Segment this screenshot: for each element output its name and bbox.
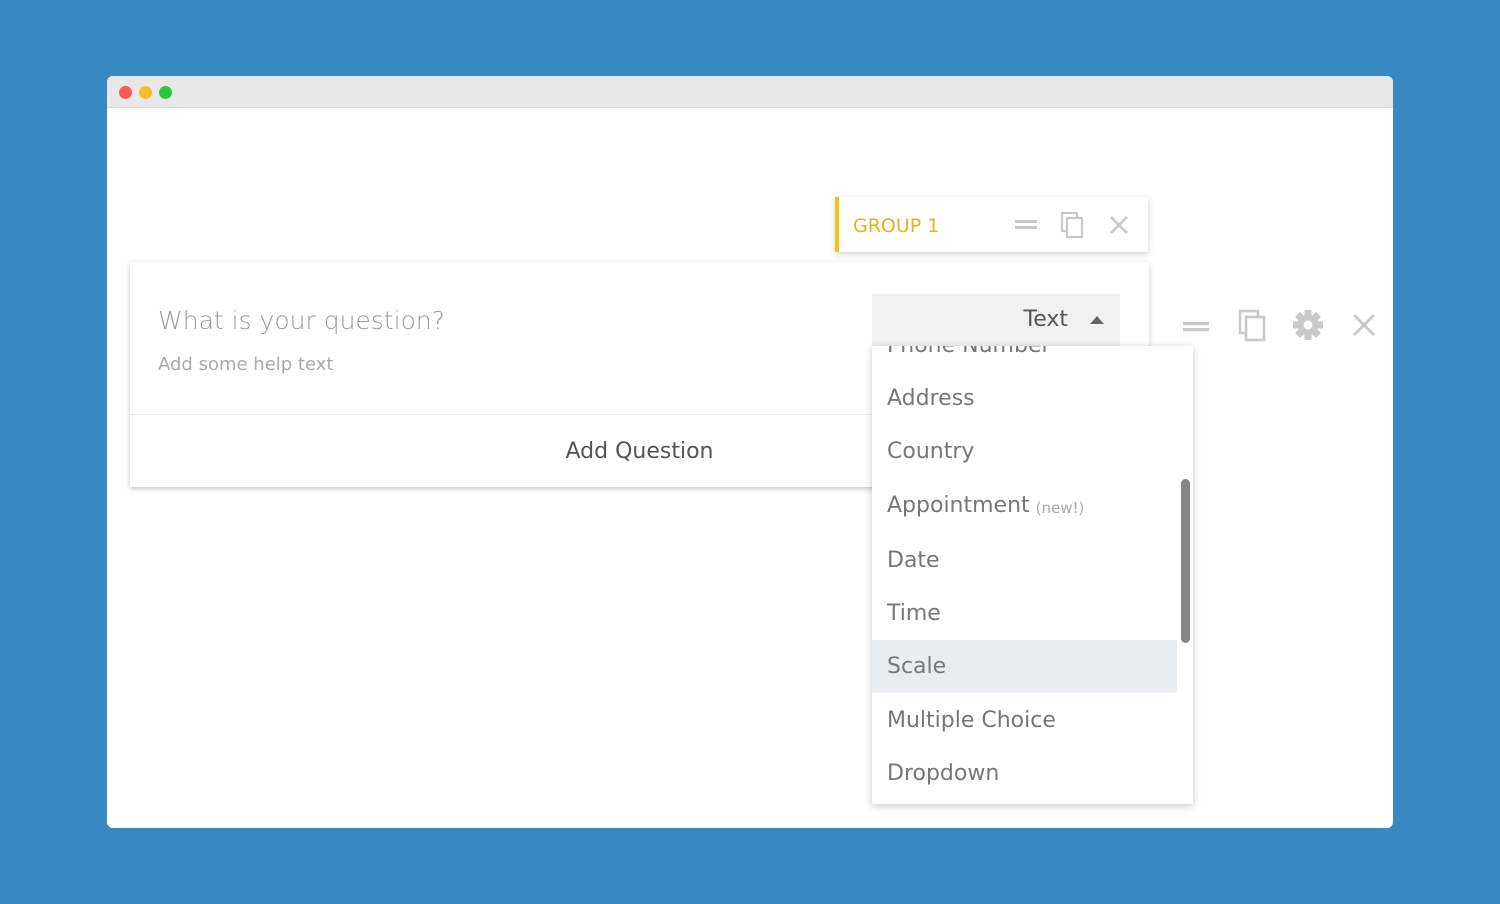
dropdown-option-appointment[interactable]: Appointment (new!): [872, 479, 1177, 532]
dropdown-option-multiple-choice[interactable]: Multiple Choice: [872, 694, 1177, 747]
gear-icon[interactable]: [1291, 308, 1325, 342]
drag-handle-icon[interactable]: [1012, 211, 1040, 239]
drag-handle-icon[interactable]: [1179, 308, 1213, 342]
new-badge: (new!): [1035, 498, 1085, 517]
group-label[interactable]: GROUP 1: [853, 215, 939, 237]
group-header: GROUP 1: [835, 197, 1148, 252]
close-icon[interactable]: [1347, 308, 1381, 342]
dropdown-option-dropdown[interactable]: Dropdown: [872, 747, 1177, 800]
dropdown-option-country[interactable]: Country: [872, 425, 1177, 478]
window-close-dot[interactable]: [119, 86, 132, 99]
question-type-dropdown[interactable]: Phone Number Address Country Appointment…: [872, 346, 1193, 804]
question-type-select[interactable]: Text: [872, 294, 1120, 346]
caret-up-icon: [1090, 316, 1104, 324]
question-actions: [1179, 308, 1379, 344]
copy-icon[interactable]: [1235, 308, 1269, 342]
question-help-input[interactable]: Add some help text: [158, 354, 333, 375]
browser-window: GROUP 1 What is your question? Add some …: [107, 76, 1393, 828]
dropdown-option-scale[interactable]: Scale: [872, 640, 1177, 693]
dropdown-option-date[interactable]: Date: [872, 534, 1177, 587]
dropdown-option-address[interactable]: Address: [872, 372, 1177, 425]
dropdown-scrollbar-thumb[interactable]: [1181, 479, 1190, 643]
question-type-value: Text: [1023, 307, 1069, 332]
window-titlebar: [107, 76, 1393, 108]
question-title-input[interactable]: What is your question?: [158, 306, 445, 335]
dropdown-option-phone-number[interactable]: Phone Number: [872, 346, 1177, 372]
window-minimize-dot[interactable]: [139, 86, 152, 99]
dropdown-option-time[interactable]: Time: [872, 587, 1177, 640]
close-icon[interactable]: [1105, 211, 1133, 239]
window-maximize-dot[interactable]: [159, 86, 172, 99]
copy-icon[interactable]: [1058, 211, 1086, 239]
